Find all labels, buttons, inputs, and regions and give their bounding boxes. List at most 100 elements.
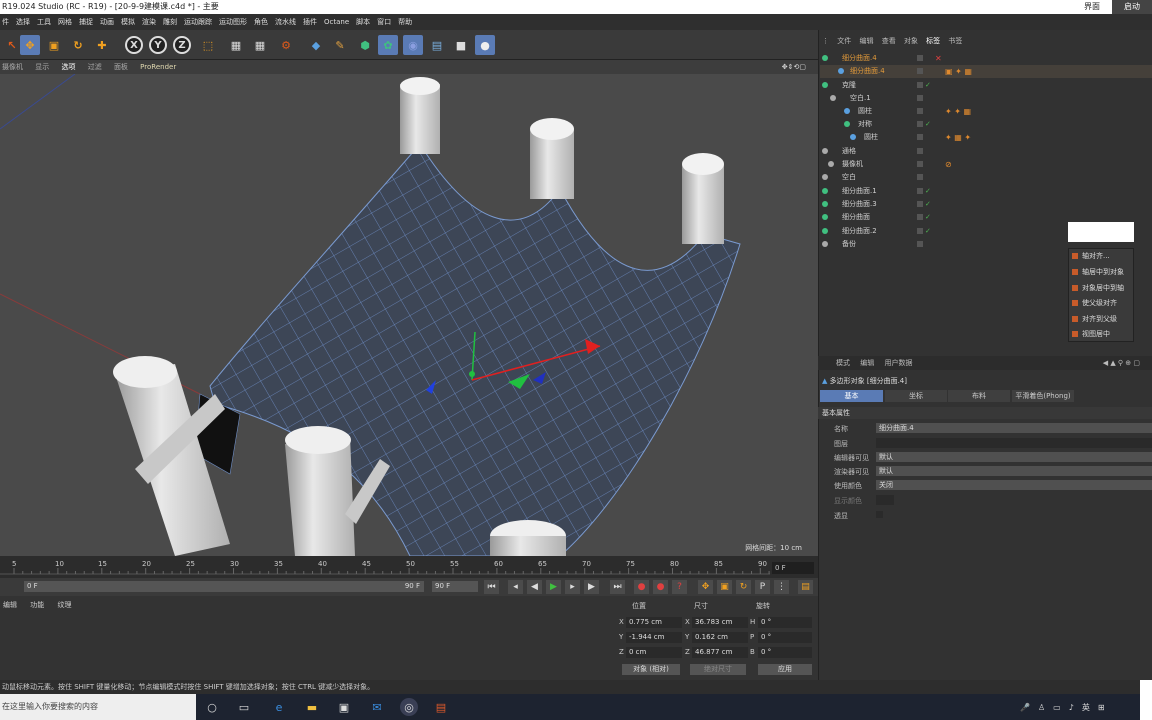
om-menu-bookmarks[interactable]: 书签 [948,37,962,45]
camera-tag-icon[interactable]: ⊘ [945,158,952,171]
object-row[interactable]: 空白.1 [820,92,1152,105]
object-row[interactable]: 克隆 ✓ [820,79,1152,92]
size-y-field[interactable]: 0.162 cm [692,632,748,643]
vp-menu-display[interactable]: 显示 [35,63,49,71]
menu-mesh[interactable]: 网格 [58,17,72,27]
object-row[interactable]: 通格 [820,145,1152,158]
autokey-icon[interactable]: ● [653,580,668,594]
taskbar-search-input[interactable]: 在这里输入你要搜索的内容 [0,694,196,720]
store-icon[interactable]: ▣ [335,698,353,716]
timeline-settings-icon[interactable]: ▤ [798,580,813,594]
object-row[interactable]: 摄像机 ⊘ [820,158,1152,171]
vp-menu-prorender[interactable]: ProRender [140,63,176,71]
enabled-check-icon[interactable]: ✓ [925,211,931,224]
task-view-icon[interactable]: ▭ [235,698,253,716]
vp-menu-options[interactable]: 选项 [61,63,75,71]
render-settings-icon[interactable]: ⚙ [276,35,296,55]
om-menu-tags[interactable]: 标签 [926,37,940,45]
rot-h-field[interactable]: 0 ° [758,617,812,628]
powerpoint-icon[interactable]: ▤ [432,698,450,716]
cloner-icon[interactable]: ✿ [378,35,398,55]
menu-item-align-parent[interactable]: 使父级对齐 [1072,298,1117,308]
subdivision-icon[interactable]: ⬢ [355,35,375,55]
end-frame-field[interactable]: 90 F [432,581,478,592]
render-picture-viewer-icon[interactable]: ▦ [250,35,270,55]
attr-use-color-dropdown[interactable]: 关闭 [876,480,1152,490]
object-row[interactable]: 细分曲面.1 ✓ [820,185,1152,198]
om-menu-file[interactable]: 文件 [837,37,851,45]
scale-tool-icon[interactable]: ▣ [44,35,64,55]
volume-icon[interactable]: ♪ [1069,703,1074,712]
attr-layer-field[interactable] [876,438,1152,448]
current-frame-field[interactable]: 0 F [772,562,814,574]
size-mode-dropdown[interactable]: 绝对尺寸 [690,664,746,675]
vp-menu-filter[interactable]: 过滤 [88,63,102,71]
mail-icon[interactable]: ✉ [368,698,386,716]
tab-coordinates[interactable]: 坐标 [885,390,947,402]
attr-xray-checkbox[interactable] [876,511,883,518]
object-row[interactable]: 空白 [820,171,1152,184]
x-axis-lock-icon[interactable]: X [125,36,143,54]
object-row[interactable]: 细分曲面.4 ✕ [820,52,1152,65]
rotate-tool-icon[interactable]: ↻ [68,35,88,55]
menu-render[interactable]: 渲染 [142,17,156,27]
size-x-field[interactable]: 36.783 cm [692,617,748,628]
object-row[interactable]: 圆柱 ✦ ▦ ✦ [820,131,1152,144]
attr-render-visible-dropdown[interactable]: 默认 [876,466,1152,476]
menu-script[interactable]: 脚本 [356,17,370,27]
light-icon[interactable]: ● [475,35,495,55]
mat-menu-texture[interactable]: 纹理 [57,601,71,609]
rot-b-field[interactable]: 0 ° [758,647,812,658]
move-tool-icon[interactable]: ✥ [20,35,40,55]
key-help-icon[interactable]: ? [672,580,687,594]
apply-button[interactable]: 应用 [758,664,812,675]
menu-octane[interactable]: Octane [324,18,349,26]
goto-start-icon[interactable]: ⏮ [484,580,499,594]
network-icon[interactable]: ▭ [1053,703,1061,712]
key-move-icon[interactable]: ✥ [698,580,713,594]
menu-item-axis-align[interactable]: 轴对齐... [1072,251,1110,261]
menu-mograph[interactable]: 运动图形 [219,17,247,27]
object-row[interactable]: 细分曲面.4 ▣ ✦ ▦ [820,65,1152,78]
edge-icon[interactable]: e [270,698,288,716]
render-view-icon[interactable]: ▦ [226,35,246,55]
play-icon[interactable]: ▶ [546,580,561,594]
file-explorer-icon[interactable]: ▬ [303,698,321,716]
vp-menu-panel[interactable]: 面板 [114,63,128,71]
menu-pipeline[interactable]: 流水线 [275,17,296,27]
y-axis-lock-icon[interactable]: Y [149,36,167,54]
menu-tools[interactable]: 工具 [37,17,51,27]
object-row[interactable]: 对称 ✓ [820,118,1152,131]
menu-character[interactable]: 角色 [254,17,268,27]
tag-icons[interactable]: ✦ ✦ ▦ [945,105,971,118]
tab-basic[interactable]: 基本 [820,390,883,402]
enabled-check-icon[interactable]: ✓ [925,185,931,198]
coord-mode-dropdown[interactable]: 对象 (相对) [622,664,680,675]
attr-menu-userdata[interactable]: 用户数据 [884,359,912,367]
tag-icons[interactable]: ✦ ▦ ✦ [945,131,971,144]
enabled-check-icon[interactable]: ✓ [925,225,931,238]
vp-menu-camera[interactable]: 摄像机 [2,63,23,71]
enabled-check-icon[interactable]: ✓ [925,79,931,92]
mat-menu-function[interactable]: 功能 [30,601,44,609]
menu-plugins[interactable]: 插件 [303,17,317,27]
tab-cloth[interactable]: 布料 [948,390,1010,402]
menu-item-align-to-parent[interactable]: 对齐到父级 [1072,314,1117,324]
floor-icon[interactable]: ▤ [427,35,447,55]
om-menu-view[interactable]: 查看 [882,37,896,45]
person-icon[interactable]: ♙ [1038,703,1045,712]
rot-p-field[interactable]: 0 ° [758,632,812,643]
key-param-icon[interactable]: P [755,580,770,594]
menu-animate[interactable]: 动画 [100,17,114,27]
menu-select[interactable]: 选择 [16,17,30,27]
prev-key-icon[interactable]: ◂ [508,580,523,594]
startup-label[interactable]: 启动 [1112,0,1152,14]
menu-item-axis-center-to-object[interactable]: 轴居中到对象 [1072,267,1124,277]
size-z-field[interactable]: 46.877 cm [692,647,748,658]
attr-menu-edit[interactable]: 编辑 [860,359,874,367]
pen-spline-icon[interactable]: ✎ [330,35,350,55]
pos-x-field[interactable]: 0.775 cm [626,617,682,628]
viewport-nav-icon[interactable]: ✥⇕⟲▢ [782,60,806,74]
cube-object-icon[interactable]: ◆ [306,35,326,55]
key-rotate-icon[interactable]: ↻ [736,580,751,594]
